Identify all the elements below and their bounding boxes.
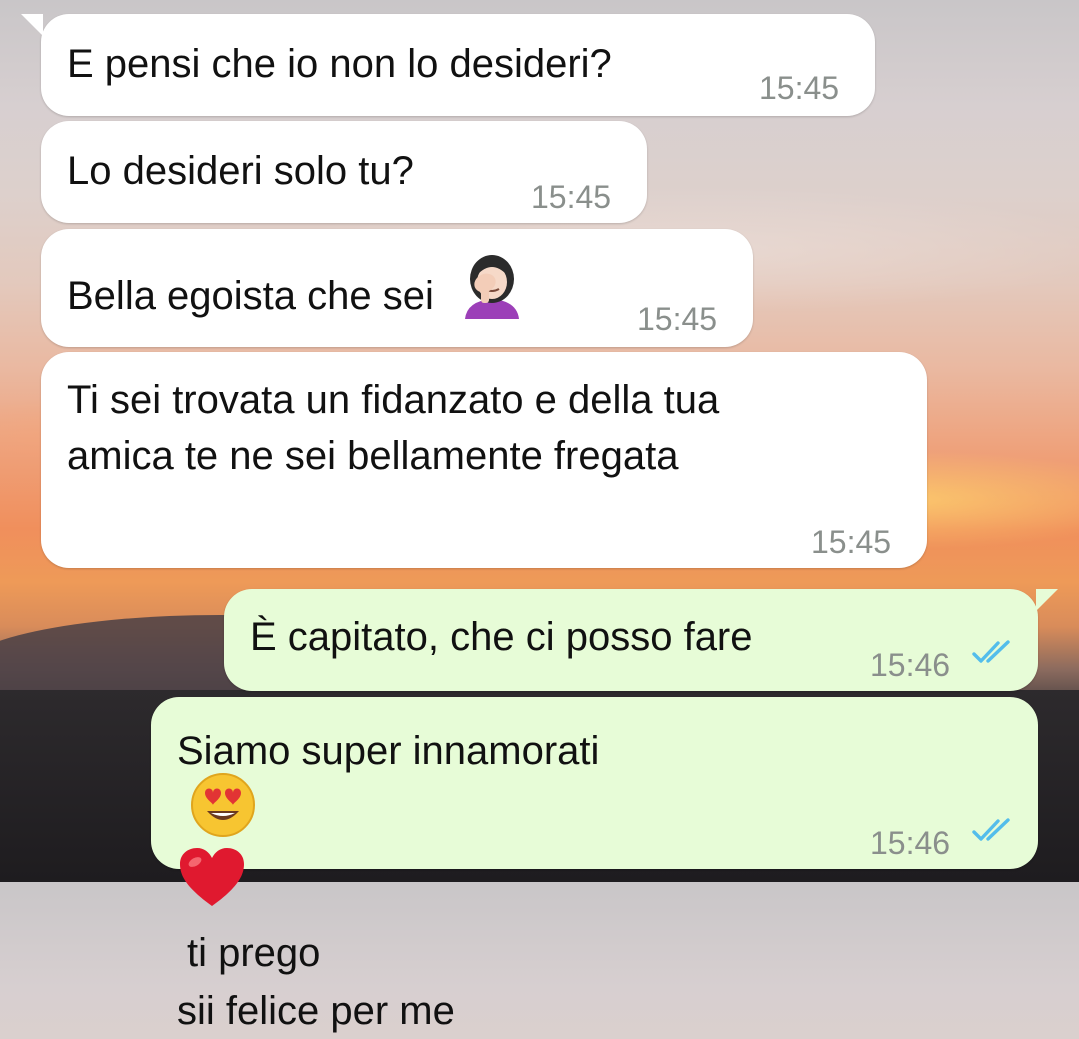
message-text: Bella egoista che sei: [67, 255, 529, 338]
message-timestamp: 15:45: [637, 301, 718, 337]
message-text: Ti sei trovata un fidanzato e della tua …: [67, 372, 719, 484]
message-bubble-sent[interactable]: È capitato, che ci posso fare 15:46: [224, 589, 1058, 691]
double-check-icon: [972, 640, 1010, 663]
message-timestamp: 15:46: [870, 825, 951, 861]
message-bubble-received[interactable]: Lo desideri solo tu? 15:45: [41, 121, 647, 223]
message-bubble-received[interactable]: E pensi che io non lo desideri? 15:45: [21, 14, 875, 116]
message-line-text: ti prego: [187, 931, 321, 975]
message-timestamp: 15:45: [531, 179, 612, 215]
message-timestamp: 15:46: [870, 647, 951, 683]
message-line: sii felice per me: [177, 989, 455, 1033]
message-bubble-received[interactable]: Ti sei trovata un fidanzato e della tua …: [41, 352, 927, 568]
message-text-content: Bella egoista che sei: [67, 274, 434, 319]
message-text: Siamo super innamorati ti prego sii feli…: [177, 723, 599, 1039]
message-text: Lo desideri solo tu?: [67, 149, 414, 193]
bubble-tail: [21, 14, 43, 36]
message-timestamp: 15:45: [759, 70, 840, 106]
double-check-icon: [972, 818, 1010, 841]
message-timestamp: 15:45: [811, 524, 892, 560]
message-line: amica te ne sei bellamente fregata: [67, 434, 679, 478]
message-line: Ti sei trovata un fidanzato e della tua: [67, 378, 720, 422]
bubble-tail: [1036, 589, 1058, 611]
message-bubble-sent[interactable]: Siamo super innamorati ti prego sii feli…: [151, 697, 1038, 1033]
woman-facepalming-icon: [455, 249, 529, 338]
message-bubble-received[interactable]: Bella egoista che sei 15:45: [41, 229, 753, 347]
red-heart-icon: [177, 846, 599, 925]
message-text: E pensi che io non lo desideri?: [67, 42, 612, 86]
message-line: Siamo super innamorati ti prego: [177, 723, 599, 981]
heart-eyes-face-icon: [189, 771, 599, 854]
message-text: È capitato, che ci posso fare: [250, 615, 753, 659]
